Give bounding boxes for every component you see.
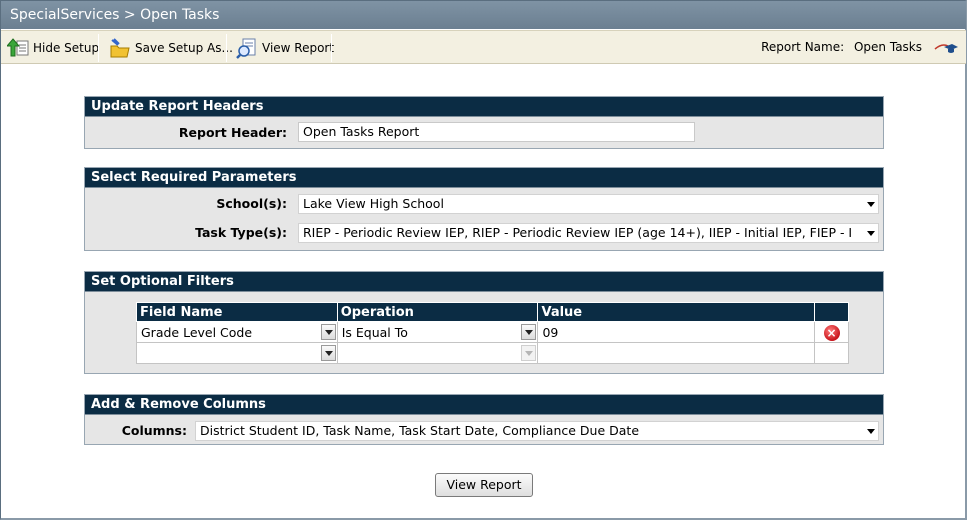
value-input[interactable]: 09 bbox=[538, 323, 814, 342]
columns-label: Columns: bbox=[121, 423, 187, 438]
save-folder-icon bbox=[109, 37, 131, 59]
breadcrumb: SpecialServices > Open Tasks bbox=[1, 1, 966, 29]
toolbar-divider bbox=[226, 34, 227, 62]
graduation-cap-icon bbox=[934, 41, 958, 55]
chevron-down-icon[interactable] bbox=[320, 323, 336, 340]
column-header-field-name: Field Name bbox=[136, 302, 338, 322]
field-name-select[interactable] bbox=[137, 344, 337, 363]
panel-title: Add & Remove Columns bbox=[85, 395, 883, 415]
empty-action-cell bbox=[814, 342, 849, 364]
chevron-down-icon bbox=[867, 231, 875, 236]
filters-table: Field Name Operation Value Grade Level C… bbox=[136, 302, 849, 364]
report-header-input[interactable]: Open Tasks Report bbox=[298, 122, 695, 142]
delete-row-icon[interactable]: × bbox=[823, 324, 840, 341]
report-name-label: Report Name: bbox=[761, 40, 845, 54]
panel-title: Select Required Parameters bbox=[85, 168, 883, 188]
column-header-actions bbox=[814, 302, 849, 322]
field-name-select[interactable]: Grade Level Code bbox=[137, 323, 337, 342]
view-report-icon bbox=[236, 37, 258, 59]
operation-select[interactable]: Is Equal To bbox=[338, 323, 538, 342]
filter-row bbox=[136, 342, 849, 364]
schools-select[interactable]: Lake View High School bbox=[298, 194, 879, 214]
panel-title: Set Optional Filters bbox=[85, 272, 883, 292]
chevron-down-icon bbox=[867, 202, 875, 207]
report-name-value: Open Tasks bbox=[853, 40, 922, 54]
schools-select-value: Lake View High School bbox=[303, 196, 444, 211]
field-name-value: Grade Level Code bbox=[141, 324, 253, 340]
hide-setup-icon bbox=[5, 37, 29, 59]
save-setup-label: Save Setup As... bbox=[135, 41, 233, 55]
update-report-headers-panel: Update Report Headers Report Header: Ope… bbox=[84, 96, 884, 149]
toolbar-divider bbox=[98, 34, 99, 62]
report-window: SpecialServices > Open Tasks Hide Setup … bbox=[0, 0, 967, 520]
value-input[interactable] bbox=[538, 344, 814, 363]
hide-setup-label: Hide Setup bbox=[33, 41, 100, 55]
task-types-select[interactable]: RIEP - Periodic Review IEP, RIEP - Perio… bbox=[298, 223, 879, 243]
chevron-down-icon[interactable] bbox=[320, 344, 336, 361]
toolbar-view-report-button[interactable]: View Report bbox=[236, 35, 334, 61]
report-name: Report Name: Open Tasks bbox=[761, 40, 922, 54]
operation-value: Is Equal To bbox=[341, 324, 408, 340]
columns-select-value: District Student ID, Task Name, Task Sta… bbox=[200, 423, 640, 438]
operation-select[interactable] bbox=[338, 344, 538, 363]
column-header-value: Value bbox=[537, 302, 816, 322]
report-header-label: Report Header: bbox=[178, 125, 287, 140]
panel-title: Update Report Headers bbox=[85, 97, 883, 117]
hide-setup-button[interactable]: Hide Setup bbox=[5, 35, 100, 61]
chevron-down-icon[interactable] bbox=[521, 323, 537, 340]
columns-panel: Add & Remove Columns Columns: District S… bbox=[84, 394, 884, 445]
schools-label: School(s): bbox=[216, 196, 287, 211]
view-report-button[interactable]: View Report bbox=[435, 473, 533, 497]
toolbar-divider bbox=[331, 34, 332, 62]
save-setup-button[interactable]: Save Setup As... bbox=[109, 35, 233, 61]
task-types-select-value: RIEP - Periodic Review IEP, RIEP - Perio… bbox=[303, 225, 853, 240]
task-types-label: Task Type(s): bbox=[195, 225, 287, 240]
column-header-operation: Operation bbox=[336, 302, 539, 322]
optional-filters-panel: Set Optional Filters Field Name Operatio… bbox=[84, 271, 884, 374]
required-parameters-panel: Select Required Parameters School(s): La… bbox=[84, 167, 884, 251]
toolbar: Hide Setup Save Setup As... View Report … bbox=[1, 30, 966, 64]
filter-row: Grade Level Code Is Equal To 09 × bbox=[136, 321, 849, 343]
columns-select[interactable]: District Student ID, Task Name, Task Sta… bbox=[195, 421, 879, 441]
chevron-down-icon bbox=[867, 429, 875, 434]
toolbar-view-report-label: View Report bbox=[262, 41, 335, 55]
filters-header-row: Field Name Operation Value bbox=[136, 302, 849, 322]
chevron-down-icon bbox=[521, 344, 537, 361]
